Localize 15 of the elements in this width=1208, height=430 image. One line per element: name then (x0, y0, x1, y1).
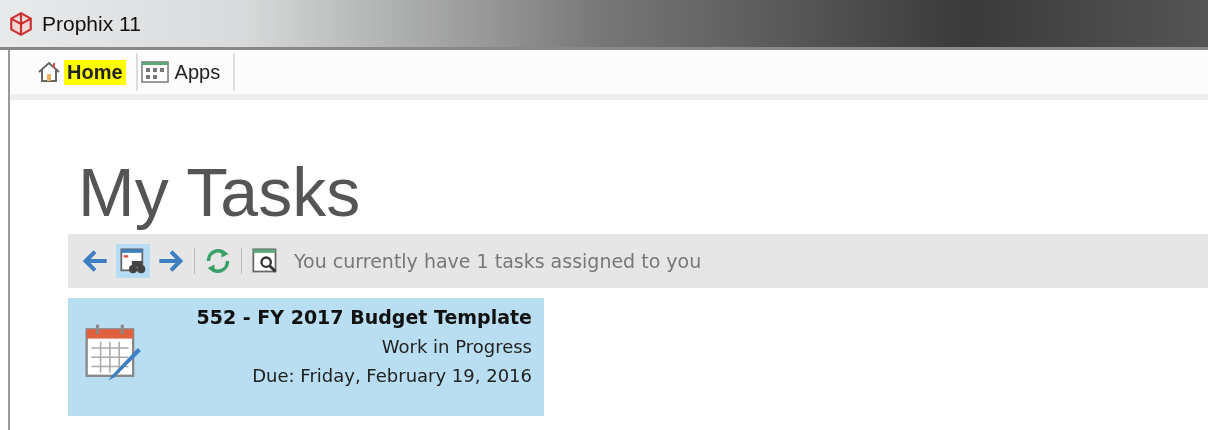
page-title: My Tasks (78, 156, 362, 228)
task-title: 552 - FY 2017 Budget Template (196, 306, 532, 328)
task-status: Work in Progress (381, 336, 532, 357)
window-title: Prophix 11 (42, 11, 141, 36)
task-due-date: Due: Friday, February 19, 2016 (252, 365, 532, 386)
app-grid-icon (139, 60, 170, 84)
task-count-message: You currently have 1 tasks assigned to you (294, 250, 702, 272)
task-card[interactable]: 552 - FY 2017 Budget Template Work in Progress Due: Friday, February 19, 2016 (68, 298, 544, 416)
toolbar-button[interactable] (116, 244, 150, 278)
left-arrow-icon (80, 247, 110, 275)
right-arrow-icon (156, 247, 186, 275)
tab[interactable]: Home (34, 53, 138, 91)
tab[interactable]: Apps (137, 53, 236, 91)
cube-logo-icon (8, 10, 34, 37)
house-icon (36, 60, 62, 84)
